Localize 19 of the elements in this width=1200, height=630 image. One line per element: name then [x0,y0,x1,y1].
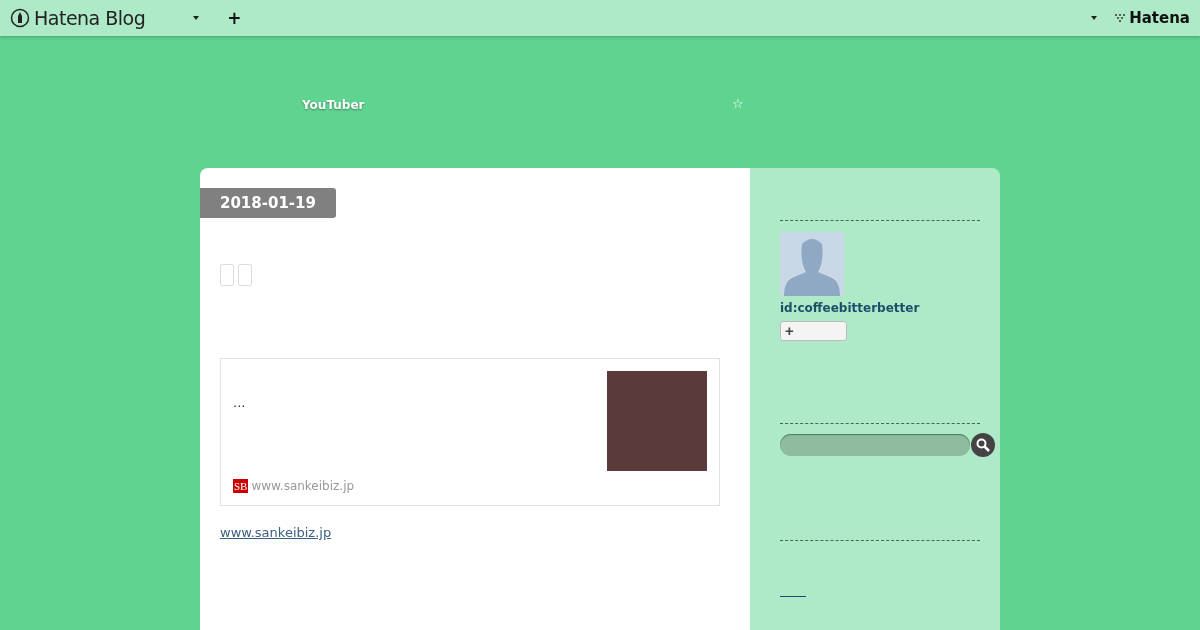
avatar-silhouette [780,232,844,296]
empty-box-icon [238,264,252,286]
source-link[interactable]: www.sankeibiz.jp [220,525,332,540]
search-icon[interactable] [971,433,995,457]
site-favicon: SB [233,479,249,493]
brand-link[interactable]: Hatena Blog [34,7,146,29]
hatena-logo[interactable]: Hatena [1129,9,1190,27]
user-id-link[interactable]: id:coffeebitterbetter [780,301,920,315]
site-name: www.sankeibiz.jp [251,479,355,493]
caret-icon[interactable] [1091,16,1098,20]
entry-date[interactable]: 2018-01-19 [200,188,336,218]
empty-box-icon [220,264,234,286]
dots-icon [1113,13,1128,23]
embed-card[interactable]: ... SB www.sankeibiz.jp [220,358,720,506]
caret-icon[interactable] [193,16,200,20]
add-button[interactable]: + [227,8,242,28]
search-field[interactable] [780,434,970,456]
follow-button[interactable]: + [780,321,847,341]
card-excerpt: ... [233,395,247,410]
